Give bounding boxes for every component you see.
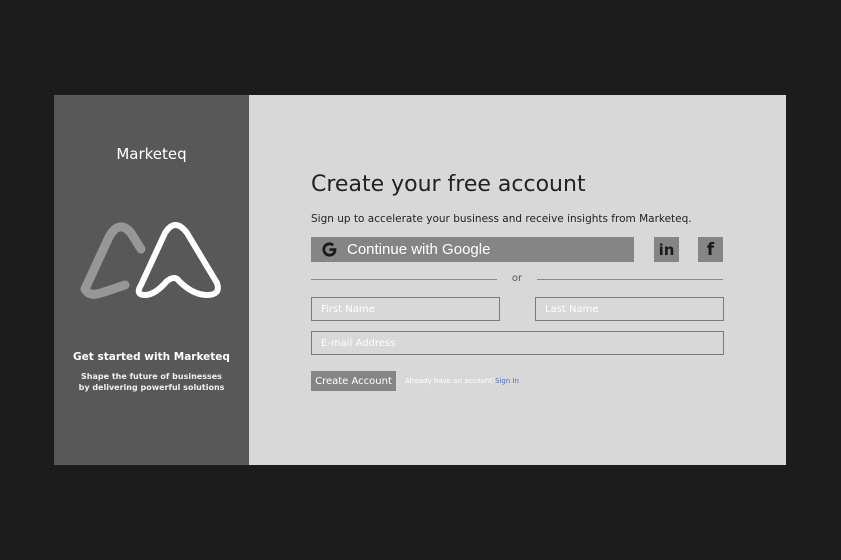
divider-or-text: or [511, 273, 523, 284]
already-have-account-text: Already have an account? [405, 377, 496, 385]
first-name-input[interactable] [311, 297, 500, 321]
signup-card: Marketeq Get started with Marketeq Shape… [54, 95, 786, 465]
brand-sidebar: Marketeq Get started with Marketeq Shape… [54, 95, 249, 465]
create-account-button[interactable]: Create Account [311, 371, 396, 391]
last-name-input[interactable] [535, 297, 724, 321]
google-button-label: Continue with Google [347, 241, 491, 258]
divider-left [311, 279, 497, 280]
google-icon [311, 237, 347, 262]
google-signin-button[interactable]: Continue with Google [311, 237, 634, 262]
divider-right [537, 279, 723, 280]
sign-in-link[interactable]: Sign In [495, 377, 519, 385]
page-subtitle: Sign up to accelerate your business and … [311, 213, 692, 225]
email-input[interactable] [311, 331, 724, 355]
facebook-icon[interactable]: f [698, 237, 723, 262]
sidebar-subline-1: Shape the future of businesses [81, 372, 222, 381]
marketeq-logo [80, 222, 221, 299]
linkedin-icon[interactable]: in [654, 237, 679, 262]
signup-form-panel: Create your free account Sign up to acce… [249, 95, 786, 465]
page-title: Create your free account [311, 172, 586, 197]
sidebar-subline-2: by delivering powerful solutions [78, 383, 225, 392]
sidebar-tagline: Get started with Marketeq [73, 351, 230, 363]
brand-name: Marketeq [116, 145, 187, 163]
sidebar-subline: Shape the future of businesses by delive… [54, 371, 249, 393]
